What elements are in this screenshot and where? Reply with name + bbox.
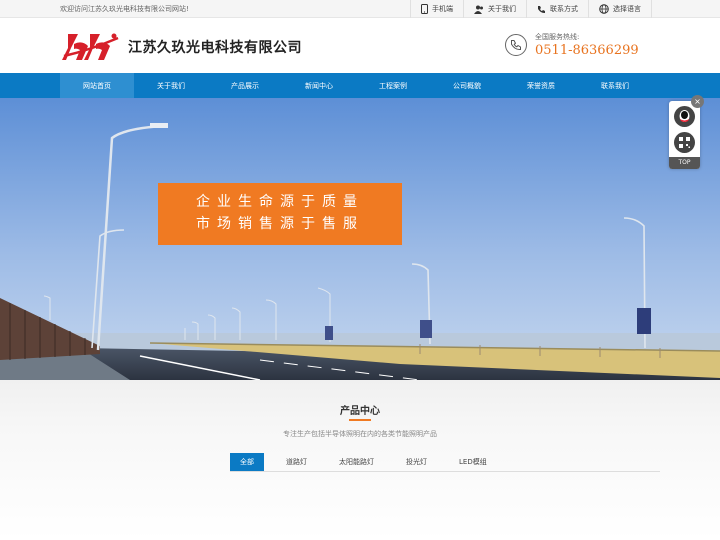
hotline-phone-icon: [505, 34, 527, 56]
product-center-section: 产品中心 专注生产包括半导体照明在内的各类节能照明产品 全部 道路灯 太阳能路灯…: [0, 380, 720, 540]
tab-street-light[interactable]: 道路灯: [276, 453, 317, 471]
nav-item-news[interactable]: 新闻中心: [282, 73, 356, 98]
logo[interactable]: 江苏久玖光电科技有限公司: [62, 30, 302, 64]
contact-link[interactable]: 联系方式: [526, 0, 588, 18]
section-description: 专注生产包括半导体照明在内的各类节能照明产品: [283, 430, 437, 438]
company-name: 江苏久玖光电科技有限公司: [128, 40, 302, 56]
slogan-line-2: 市场销售源于售服: [196, 216, 364, 232]
mobile-link-label: 手机端: [432, 5, 453, 13]
site-header: 江苏久玖光电科技有限公司 全国服务热线: 0511-86366299: [0, 18, 720, 73]
nav-item-honors[interactable]: 荣誉资质: [504, 73, 578, 98]
about-link[interactable]: 关于我们: [463, 0, 526, 18]
globe-icon: [599, 4, 609, 14]
top-utility-bar: 欢迎访问江苏久玖光电科技有限公司网站! 手机端 关于我们 联系方式 选择语言: [0, 0, 720, 18]
nav-item-contact[interactable]: 联系我们: [578, 73, 652, 98]
mobile-icon: [421, 4, 428, 14]
floating-sidebar: × TOP: [669, 95, 704, 169]
banner-slogan: 企业生命源于质量 市场销售源于售服: [158, 183, 402, 245]
mobile-link[interactable]: 手机端: [410, 0, 463, 18]
title-underline: [349, 419, 371, 421]
main-nav: 网站首页 关于我们 产品展示 新闻中心 工程案例 公司概貌 荣誉资质 联系我们: [0, 73, 720, 98]
slogan-line-1: 企业生命源于质量: [196, 194, 364, 210]
hotline-label: 全国服务热线:: [535, 33, 580, 41]
tabs-divider: [230, 471, 660, 472]
product-tabs: 全部 道路灯 太阳能路灯 投光灯 LED模组: [230, 453, 509, 471]
qq-icon[interactable]: [674, 106, 695, 127]
nav-item-home[interactable]: 网站首页: [60, 73, 134, 98]
hotline-number: 0511-86366299: [535, 43, 639, 58]
language-link[interactable]: 选择语言: [588, 0, 652, 18]
qr-code-icon[interactable]: [674, 132, 695, 153]
phone-icon: [538, 5, 545, 13]
nav-item-products[interactable]: 产品展示: [208, 73, 282, 98]
top-links: 手机端 关于我们 联系方式 选择语言: [410, 0, 652, 18]
tab-all[interactable]: 全部: [230, 453, 264, 471]
language-link-label: 选择语言: [613, 5, 641, 13]
tab-floodlight[interactable]: 投光灯: [396, 453, 437, 471]
welcome-text: 欢迎访问江苏久玖光电科技有限公司网站!: [60, 5, 189, 13]
back-to-top-button[interactable]: TOP: [669, 157, 700, 169]
users-icon: [474, 5, 483, 14]
tab-led-module[interactable]: LED模组: [449, 453, 497, 471]
nav-item-cases[interactable]: 工程案例: [356, 73, 430, 98]
nav-item-about[interactable]: 关于我们: [134, 73, 208, 98]
nav-item-company[interactable]: 公司概貌: [430, 73, 504, 98]
about-link-label: 关于我们: [488, 5, 516, 13]
hotline: 全国服务热线: 0511-86366299: [505, 32, 639, 58]
tab-solar-street-light[interactable]: 太阳能路灯: [329, 453, 384, 471]
logo-mark-icon: [62, 33, 119, 60]
contact-link-label: 联系方式: [550, 5, 578, 13]
section-title: 产品中心: [340, 406, 380, 417]
hero-banner[interactable]: 企业生命源于质量 市场销售源于售服: [0, 98, 720, 380]
